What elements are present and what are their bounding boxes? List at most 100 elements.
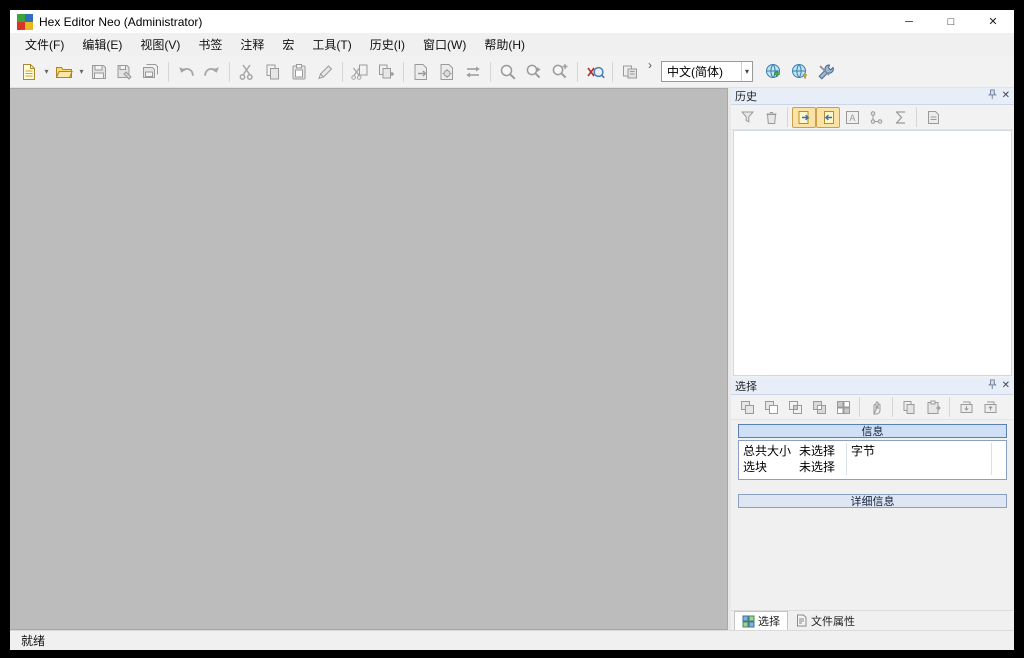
redo-button[interactable] — [199, 59, 225, 85]
bottom-tabs: 选择 文件属性 — [731, 610, 1014, 630]
selection-info-table: 总共大小 未选择 字节 选块 未选择 — [738, 440, 1007, 480]
toolbar-separator — [612, 62, 613, 82]
swap-bytes-button[interactable] — [460, 59, 486, 85]
selection-touch-button[interactable] — [864, 397, 888, 418]
minimize-button[interactable]: ─ — [888, 10, 930, 33]
new-file-dropdown-icon[interactable]: ▾ — [42, 67, 51, 76]
selection-difference-button[interactable] — [759, 397, 783, 418]
menu-window[interactable]: 窗口(W) — [414, 33, 475, 56]
export-button[interactable] — [408, 59, 434, 85]
find-all-button[interactable] — [547, 59, 573, 85]
content-area: 历史 ✕ — [10, 88, 1014, 630]
selection-invert-button[interactable] — [831, 397, 855, 418]
toolbar-separator — [229, 62, 230, 82]
selection-tab-icon — [742, 615, 755, 628]
status-message: 就绪 — [21, 632, 45, 649]
table-row: 选块 未选择 — [743, 459, 1006, 475]
toolbar-overflow-button[interactable]: › — [643, 58, 657, 72]
copy-insert-button[interactable] — [373, 59, 399, 85]
selection-load-button[interactable] — [954, 397, 978, 418]
row-value: 未选择 — [799, 459, 847, 475]
undo-button[interactable] — [173, 59, 199, 85]
open-file-dropdown-icon[interactable]: ▾ — [77, 67, 86, 76]
history-close-icon[interactable]: ✕ — [1002, 91, 1010, 101]
history-filter-button[interactable] — [735, 107, 759, 128]
toolbar-separator — [168, 62, 169, 82]
selection-paste-button[interactable] — [921, 397, 945, 418]
toolbar-separator — [577, 62, 578, 82]
find-next-button[interactable] — [521, 59, 547, 85]
history-clear-button[interactable] — [759, 107, 783, 128]
menu-macros[interactable]: 宏 — [273, 33, 303, 56]
toolbar-separator — [490, 62, 491, 82]
editor-workspace — [10, 88, 728, 630]
selection-save-button[interactable] — [978, 397, 1002, 418]
app-logo-icon — [17, 14, 33, 30]
history-panel-header: 历史 ✕ — [731, 88, 1014, 105]
selection-details-header[interactable]: 详细信息 — [738, 494, 1007, 508]
toolbar-separator — [403, 62, 404, 82]
file-properties-tab-icon — [795, 614, 808, 627]
row-label: 选块 — [743, 459, 799, 475]
cut-button[interactable] — [234, 59, 260, 85]
menu-file[interactable]: 文件(F) — [16, 33, 73, 56]
replace-button[interactable] — [582, 59, 608, 85]
history-toolbar-separator — [916, 107, 917, 127]
tab-file-properties-label: 文件属性 — [811, 613, 855, 629]
paste-button[interactable] — [286, 59, 312, 85]
app-window: Hex Editor Neo (Administrator) ─ □ ✕ 文件(… — [10, 10, 1014, 650]
tab-selection-label: 选择 — [758, 613, 780, 629]
history-list[interactable] — [733, 130, 1012, 376]
row-value: 未选择 — [799, 443, 847, 459]
save-button[interactable] — [86, 59, 112, 85]
history-panel: 历史 ✕ — [731, 88, 1014, 378]
right-panel: 历史 ✕ — [731, 88, 1014, 630]
selection-panel-header: 选择 ✕ — [731, 378, 1014, 395]
selection-intersection-button[interactable] — [783, 397, 807, 418]
table-row: 总共大小 未选择 字节 — [743, 443, 1006, 459]
history-save-button[interactable] — [921, 107, 945, 128]
selection-union-button[interactable] — [735, 397, 759, 418]
maximize-button[interactable]: □ — [930, 10, 972, 33]
fill-pencil-button[interactable] — [312, 59, 338, 85]
menu-view[interactable]: 视图(V) — [131, 33, 189, 56]
selection-xor-button[interactable] — [807, 397, 831, 418]
language-download-button[interactable] — [761, 59, 787, 85]
history-pin-icon[interactable] — [986, 87, 997, 105]
title-bar: Hex Editor Neo (Administrator) ─ □ ✕ — [10, 10, 1014, 33]
menu-tools[interactable]: 工具(T) — [303, 33, 360, 56]
save-as-button[interactable] — [112, 59, 138, 85]
menu-help[interactable]: 帮助(H) — [475, 33, 534, 56]
history-stats-button[interactable] — [888, 107, 912, 128]
language-update-button[interactable] — [787, 59, 813, 85]
close-button[interactable]: ✕ — [972, 10, 1014, 33]
history-branch-view-toggle[interactable] — [816, 107, 840, 128]
new-file-button[interactable] — [16, 59, 42, 85]
tab-selection[interactable]: 选择 — [734, 611, 788, 630]
settings-wrench-button[interactable] — [813, 59, 839, 85]
status-bar: 就绪 — [10, 630, 1014, 650]
find-button[interactable] — [495, 59, 521, 85]
operations-button[interactable] — [434, 59, 460, 85]
selection-details-area — [731, 508, 1014, 610]
save-all-button[interactable] — [138, 59, 164, 85]
cut-insert-button[interactable] — [347, 59, 373, 85]
toolbar-separator — [342, 62, 343, 82]
selection-copy-button[interactable] — [897, 397, 921, 418]
menu-annotations[interactable]: 注释 — [231, 33, 273, 56]
history-show-undone-toggle[interactable] — [792, 107, 816, 128]
selection-pin-icon[interactable] — [986, 377, 997, 395]
open-file-button[interactable] — [51, 59, 77, 85]
pattern-coloring-button[interactable] — [617, 59, 643, 85]
selection-info-header[interactable]: 信息 — [738, 424, 1007, 438]
menu-edit[interactable]: 编辑(E) — [73, 33, 131, 56]
copy-button[interactable] — [260, 59, 286, 85]
history-names-button[interactable]: A — [840, 107, 864, 128]
tab-file-properties[interactable]: 文件属性 — [788, 611, 862, 630]
language-select[interactable]: 中文(简体) ▾ — [661, 61, 753, 82]
language-select-arrow-icon: ▾ — [741, 62, 749, 81]
menu-history[interactable]: 历史(I) — [361, 33, 414, 56]
history-tree-button[interactable] — [864, 107, 888, 128]
selection-close-icon[interactable]: ✕ — [1002, 381, 1010, 391]
menu-bookmarks[interactable]: 书签 — [189, 33, 231, 56]
